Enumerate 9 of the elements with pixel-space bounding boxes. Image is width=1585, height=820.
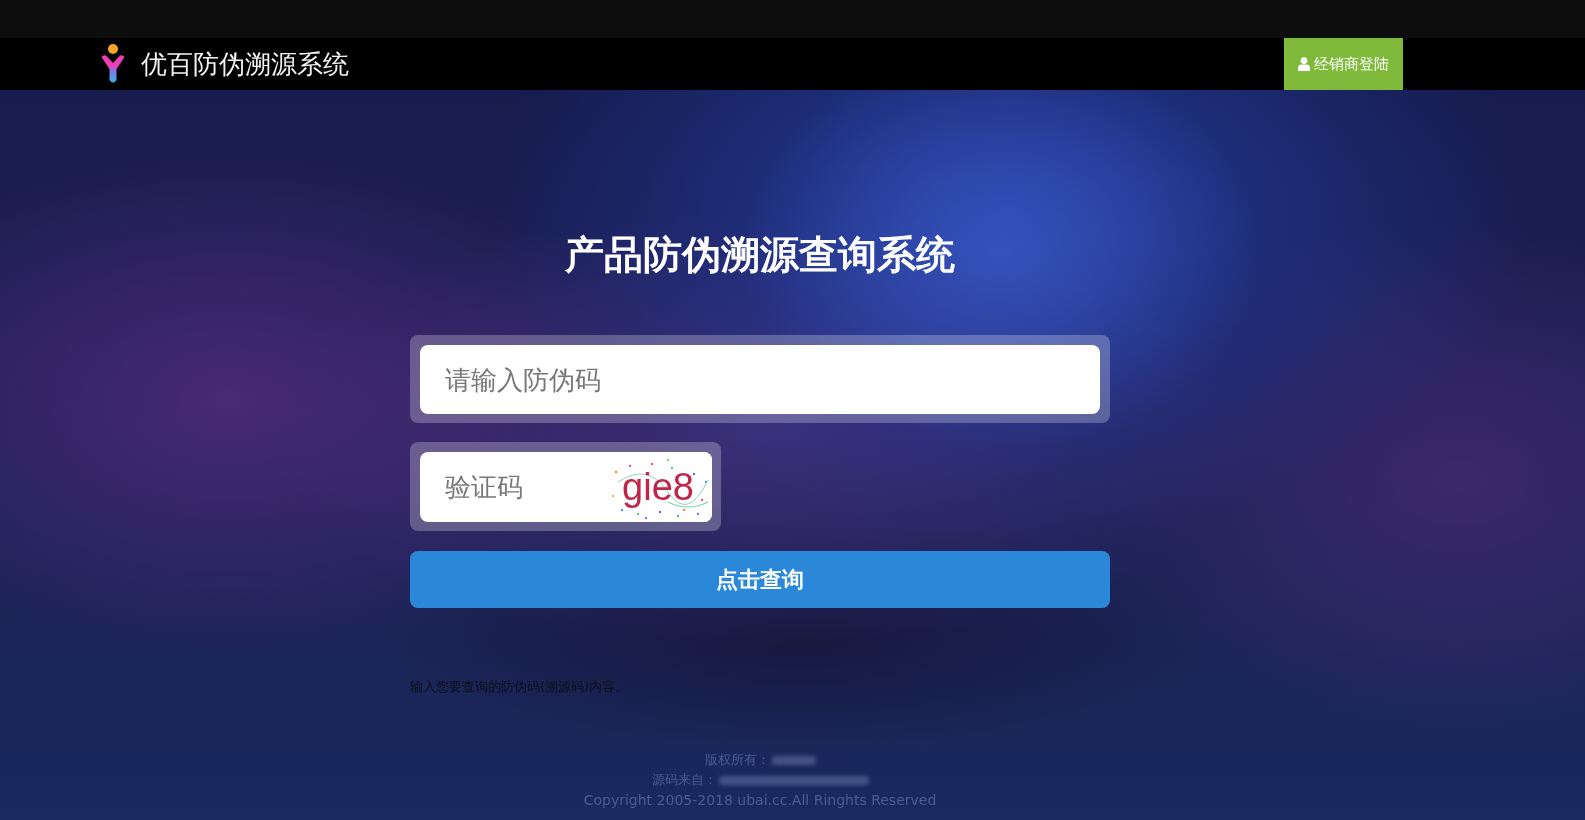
captcha-image[interactable]: gie8: [608, 452, 712, 522]
code-input-field[interactable]: 请输入防伪码: [420, 345, 1100, 414]
query-button[interactable]: 点击查询: [410, 551, 1110, 608]
brand-title: 优百防伪溯源系统: [141, 48, 349, 81]
dealer-login-button[interactable]: 经销商登陆: [1284, 38, 1403, 90]
page-heading: 产品防伪溯源查询系统: [565, 233, 955, 277]
captcha-input-field[interactable]: 验证码: [420, 452, 608, 522]
user-icon: [1298, 57, 1310, 71]
logo-icon: [101, 44, 125, 84]
